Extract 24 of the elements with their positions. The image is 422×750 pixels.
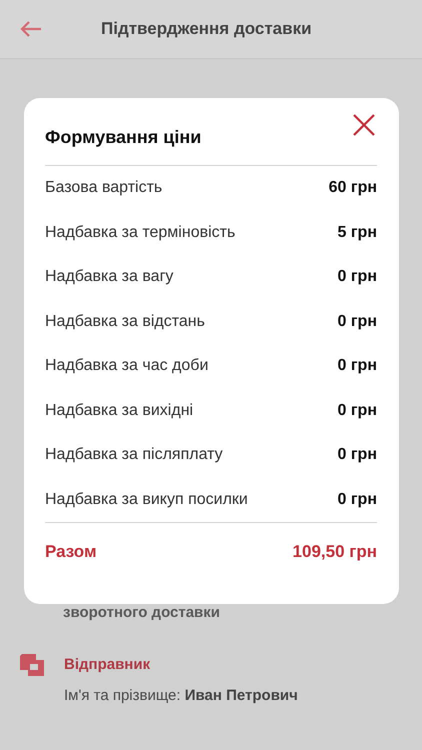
price-label: Надбавка за вихідні [45,402,194,420]
sender-name: Ім'я та прізвище: Иван Петрович [64,687,298,704]
price-value: 0 грн [338,312,377,331]
delivery-text: зворотного доставки [63,603,222,623]
dialog-title: Формування ціни [45,126,202,148]
price-label: Надбавка за вагу [45,268,174,286]
price-value: 0 грн [338,490,377,509]
close-button[interactable] [351,112,377,138]
price-value: 60 грн [328,179,377,198]
price-label: Надбавка за викуп посилки [45,490,248,509]
price-value: 5 грн [338,224,377,242]
sender-title: Відправник [64,656,152,673]
price-label: Надбавка за терміновість [45,224,236,242]
price-value: 0 грн [338,446,377,464]
price-value: 0 грн [338,402,377,420]
price-value: 0 грн [338,268,377,286]
screen-title: Підтвердження доставки [101,19,312,39]
price-label: Базова вартість [45,179,162,198]
price-label: Надбавка за післяплату [45,446,223,464]
price-label: Надбавка за час доби [45,357,208,376]
price-value: 0 грн [338,357,377,376]
price-label: Надбавка за відстань [45,312,205,331]
total-value: 109,50 грн [292,542,377,562]
total-label: Разом [45,542,97,562]
